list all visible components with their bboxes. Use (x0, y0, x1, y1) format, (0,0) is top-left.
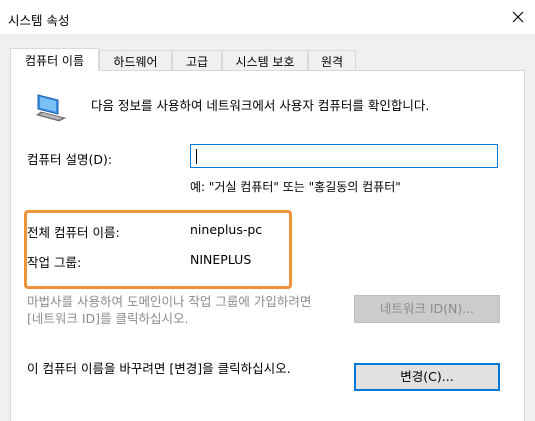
tab-remote[interactable]: 원격 (308, 50, 356, 70)
title-bar: 시스템 속성 (0, 0, 535, 34)
info-text: 다음 정보를 사용하여 네트워크에서 사용자 컴퓨터를 확인합니다. (91, 98, 430, 113)
tab-hardware[interactable]: 하드웨어 (99, 50, 172, 70)
close-icon (512, 11, 524, 23)
wizard-instructions: 마법사를 사용하여 도메인이나 작업 그룹에 가입하려면 [네트워크 ID]를 … (27, 294, 312, 326)
computer-icon (36, 94, 67, 122)
text-caret (196, 149, 197, 164)
network-id-button[interactable]: 네트워크 ID(N)... (354, 295, 500, 323)
change-button[interactable]: 변경(C)... (354, 363, 500, 391)
dialog-body: 컴퓨터 이름 하드웨어 고급 시스템 보호 원격 다음 정보를 사용하여 네트워… (0, 34, 535, 421)
tab-advanced[interactable]: 고급 (172, 50, 222, 70)
window-title: 시스템 속성 (8, 13, 70, 28)
computer-description-input[interactable] (190, 144, 498, 168)
close-button[interactable] (501, 0, 535, 34)
description-example: 예: "거실 컴퓨터" 또는 "홍길동의 컴퓨터" (190, 180, 401, 194)
computer-name-panel: 다음 정보를 사용하여 네트워크에서 사용자 컴퓨터를 확인합니다. 컴퓨터 설… (10, 70, 525, 421)
rename-instructions: 이 컴퓨터 이름을 바꾸려면 [변경]을 클릭하십시오. (27, 361, 291, 376)
description-label: 컴퓨터 설명(D): (27, 152, 113, 167)
tab-computer-name[interactable]: 컴퓨터 이름 (10, 48, 99, 71)
highlight-box (24, 210, 292, 289)
tab-system-protection[interactable]: 시스템 보호 (222, 50, 308, 70)
